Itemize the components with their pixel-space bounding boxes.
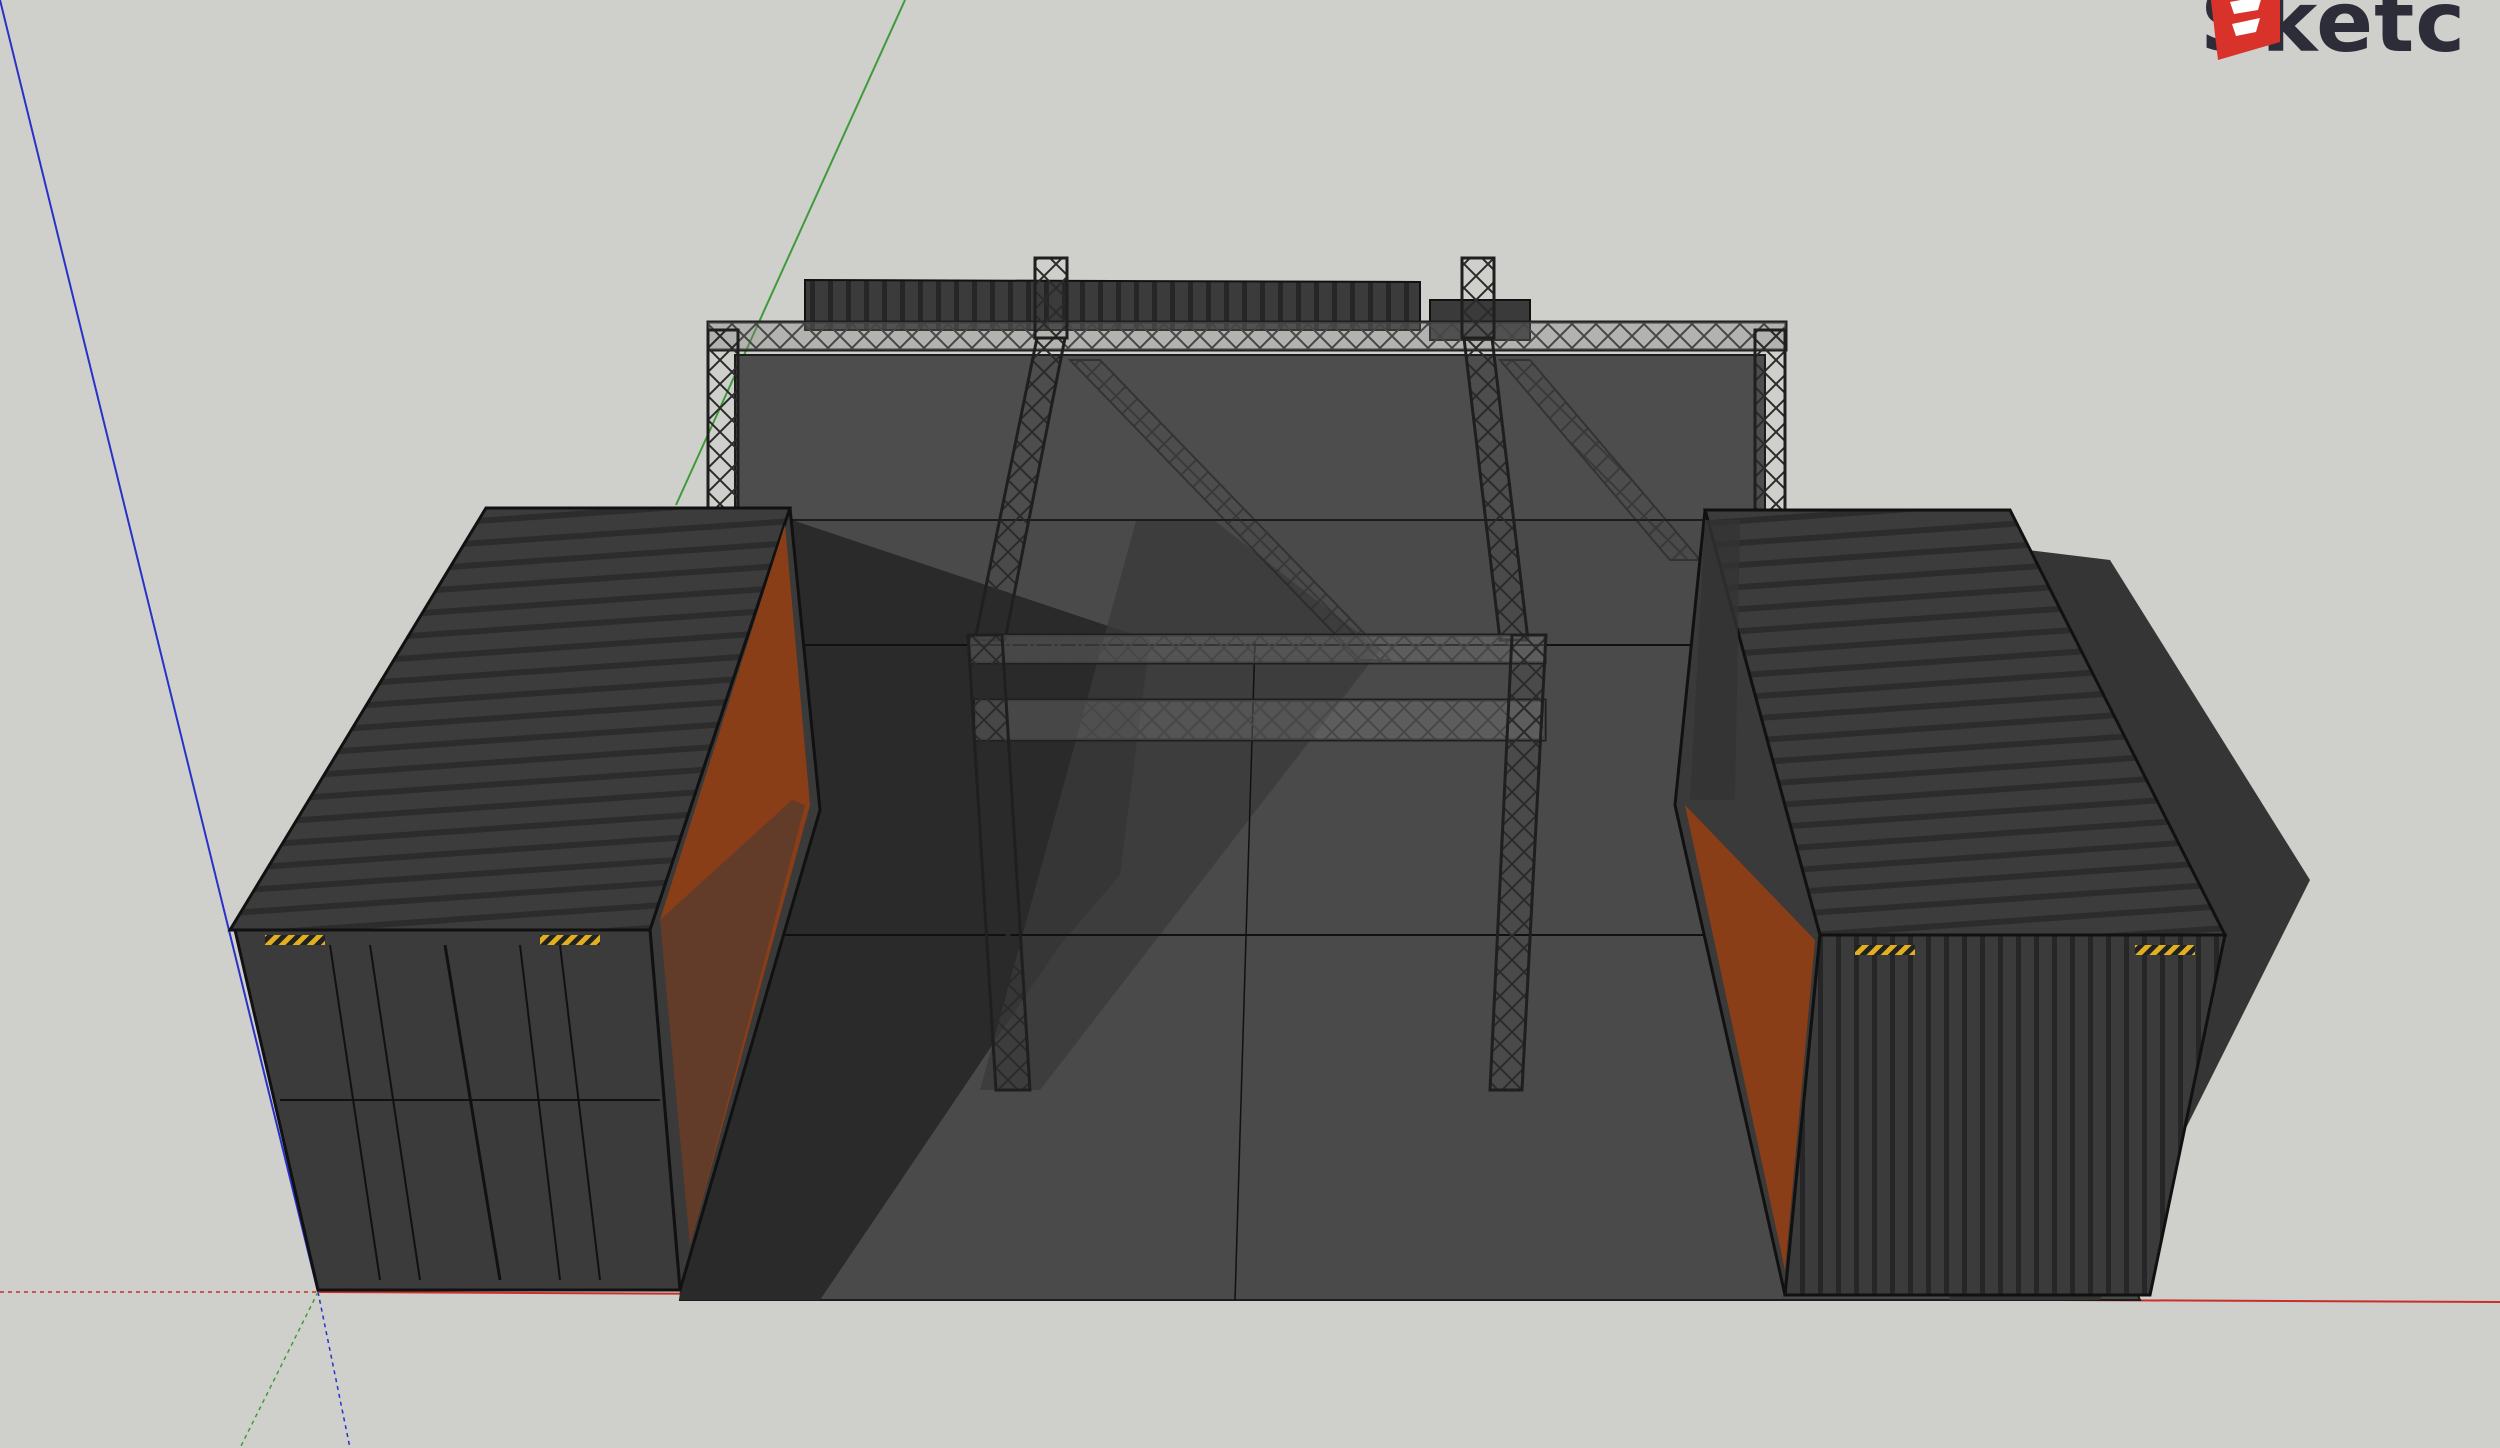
green-axis-hidden bbox=[239, 1291, 319, 1448]
warning-stripe-left-2 bbox=[540, 935, 600, 945]
right-container-end bbox=[1783, 933, 2227, 1297]
warning-stripe-right-1 bbox=[1855, 945, 1915, 955]
blue-axis-hidden bbox=[317, 1291, 351, 1448]
model-viewport[interactable]: Sketc bbox=[0, 0, 2500, 1448]
blue-axis bbox=[0, 0, 319, 1293]
warning-stripe-right-2 bbox=[2135, 945, 2195, 955]
sketchup-logo-icon bbox=[2210, 0, 2280, 60]
scene-canvas[interactable] bbox=[0, 0, 2500, 1448]
sketchup-logo: Sketc bbox=[2200, 0, 2466, 72]
warning-stripe-left-1 bbox=[265, 935, 325, 945]
left-container-doors bbox=[233, 928, 682, 1292]
back-wall-panel[interactable] bbox=[734, 354, 1766, 521]
